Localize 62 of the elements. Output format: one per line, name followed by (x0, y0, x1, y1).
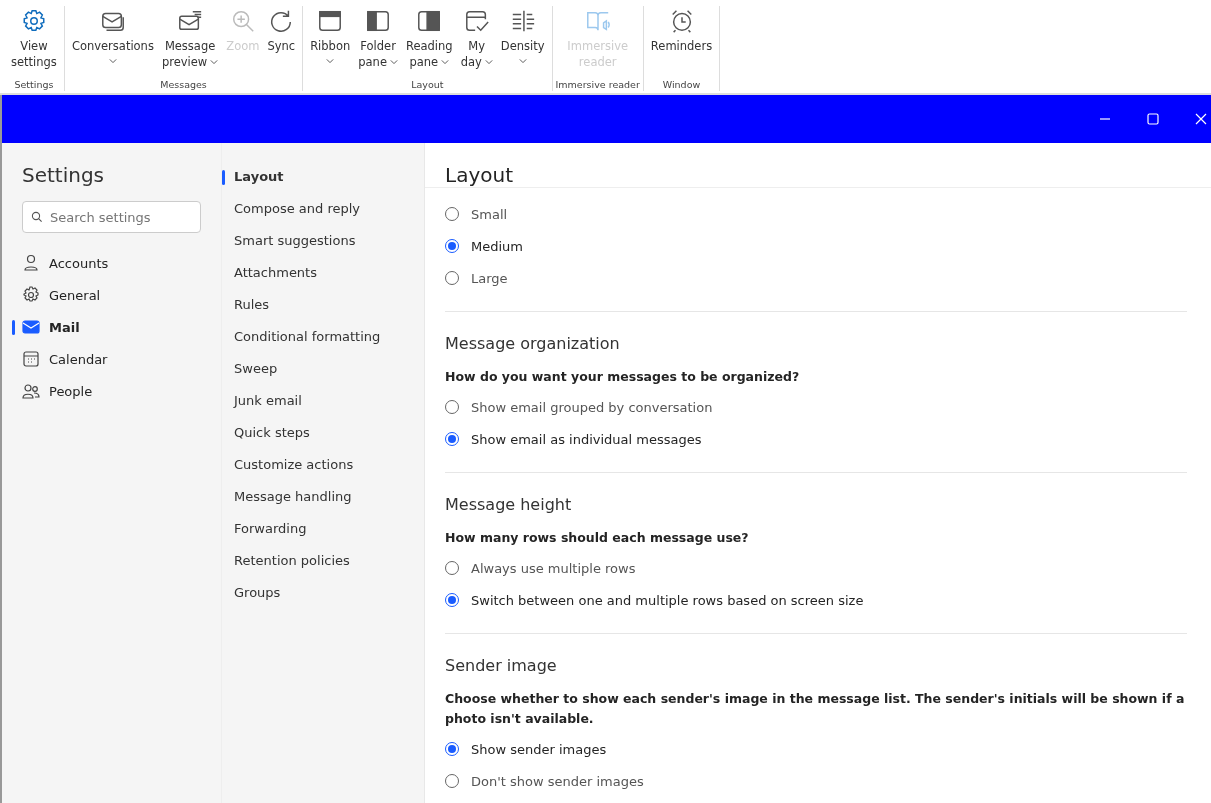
radio-option[interactable]: Show email as individual messages (445, 423, 702, 455)
radio-option[interactable]: Large (445, 262, 508, 294)
question-text: Choose whether to show each sender's image in the message list. The sender's initials will be shown if a photo isn't available. (445, 690, 1186, 728)
subnav-item[interactable]: Layout (222, 161, 424, 193)
ribbon-button[interactable]: View settings (7, 6, 61, 79)
people-icon (22, 382, 40, 400)
nav-item[interactable]: Accounts (22, 247, 201, 279)
radio-option[interactable]: Switch between one and multiple rows based on screen size (445, 584, 864, 616)
subnav-item[interactable]: Attachments (222, 257, 424, 289)
subnav-item[interactable]: Message handling (222, 481, 424, 513)
pane-left-icon (365, 8, 392, 34)
section-title: Message height (445, 495, 573, 514)
subnav-item[interactable]: Forwarding (222, 513, 424, 545)
ribbon-button[interactable]: Message preview (157, 6, 223, 79)
subnav-item[interactable]: Compose and reply (222, 193, 424, 225)
nav-item[interactable]: General (22, 279, 201, 311)
group-label: Settings (14, 79, 54, 91)
radio-option[interactable]: Always use multiple rows (445, 552, 636, 584)
question-text: How do you want your messages to be organized? (445, 368, 801, 386)
pane-right-icon (416, 8, 443, 34)
radio-option[interactable]: Show email grouped by conversation (445, 391, 713, 423)
ribbon-button[interactable]: Sync (263, 6, 300, 79)
group-label: Immersive reader (555, 79, 640, 91)
ribbon-button[interactable]: Folder pane (354, 6, 402, 79)
nav-item[interactable]: People (22, 375, 201, 407)
radio-option[interactable]: Show sender images (445, 733, 607, 765)
group-label: Window (662, 79, 701, 91)
ribbon-button[interactable]: My day (456, 6, 497, 79)
subnav-item[interactable]: Retention policies (222, 545, 424, 577)
close-icon[interactable] (1195, 113, 1207, 125)
group-label: Messages (160, 79, 207, 91)
page-title: Layout (425, 143, 1211, 188)
ribbon-button[interactable]: Conversations (67, 6, 158, 79)
subnav-item[interactable]: Quick steps (222, 417, 424, 449)
radio-option[interactable]: Small (445, 198, 508, 230)
subnav-item[interactable]: Sweep (222, 353, 424, 385)
gear-icon (22, 286, 40, 304)
subnav-item[interactable]: Smart suggestions (222, 225, 424, 257)
calendar-icon (22, 350, 40, 368)
person-icon (22, 254, 40, 272)
section-title: Sender image (445, 656, 558, 675)
maximize-icon[interactable] (1147, 113, 1159, 125)
search-field[interactable]: Search settings (22, 201, 201, 233)
settings-title: Settings (22, 163, 106, 187)
radio-option[interactable]: Don't show sender images (445, 765, 644, 797)
group-label: Layout (411, 79, 444, 91)
calendar-check-icon (463, 8, 490, 34)
ribbon-button[interactable]: Reading pane (401, 6, 457, 79)
window-icon (317, 8, 344, 34)
ribbon-button[interactable]: Ribbon (306, 6, 355, 79)
envelope-icon (22, 318, 40, 336)
section-title: Message organization (445, 334, 621, 353)
subnav-item[interactable]: Conditional formatting (222, 321, 424, 353)
subnav-item[interactable]: Customize actions (222, 449, 424, 481)
radio-option[interactable]: Medium (445, 230, 523, 262)
nav-item[interactable]: Calendar (22, 343, 201, 375)
ribbon-button[interactable]: Reminders (646, 6, 717, 79)
subnav-item[interactable]: Junk email (222, 385, 424, 417)
subnav-item[interactable]: Groups (222, 577, 424, 609)
ribbon-button[interactable]: Density (496, 6, 549, 79)
subnav-item[interactable]: Rules (222, 289, 424, 321)
question-text: How many rows should each message use? (445, 529, 750, 547)
